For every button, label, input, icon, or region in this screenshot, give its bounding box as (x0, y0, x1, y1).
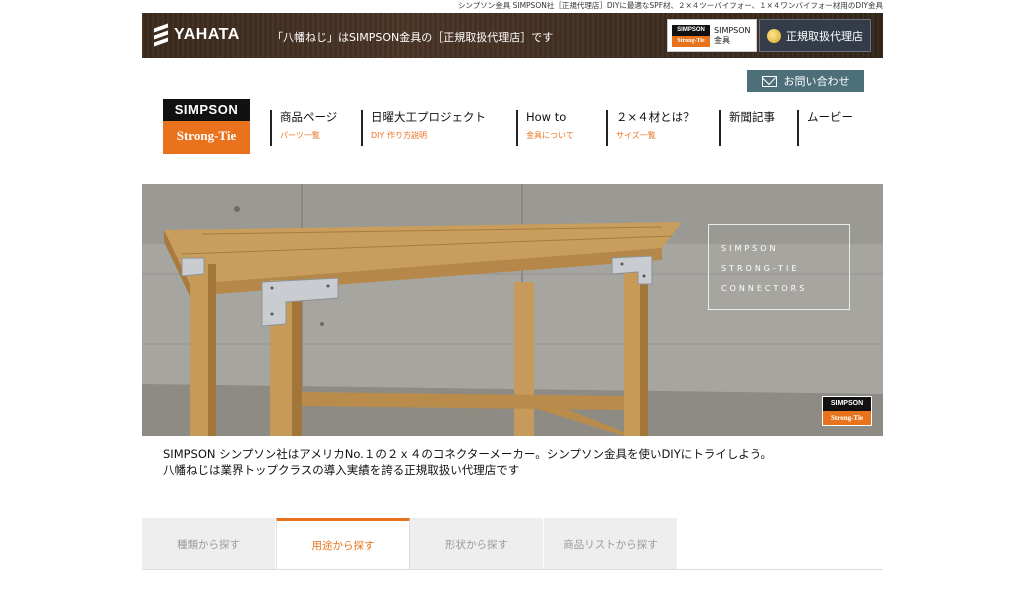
intro-line1: SIMPSON シンプソン社はアメリカNo.１の２ｘ４のコネクターメーカー。シン… (163, 447, 773, 461)
nav-sublabel: パーツ一覧 (280, 131, 320, 140)
tab-by-type[interactable]: 種類から探す (142, 518, 276, 570)
simpson-mini-logo: SIMPSON Strong-Tie (672, 24, 710, 47)
nav-item-movie[interactable]: ムービー (797, 110, 853, 146)
tab-by-product-list[interactable]: 商品リストから探す (544, 518, 678, 570)
simpson-strongtie-logo[interactable]: SIMPSON Strong-Tie (163, 99, 250, 154)
nav-label: 日曜大工プロジェクト (371, 110, 486, 124)
nav-sublabel: DIY 作り方説明 (371, 131, 427, 140)
hero-table-illustration (142, 184, 883, 436)
authorized-dealer-button[interactable]: 正規取扱代理店 (759, 19, 871, 52)
hero-simpson-logo: SIMPSON Strong-Tie (822, 396, 872, 426)
header-tagline: 「八幡ねじ」はSIMPSON金具の［正規取扱代理店］です (272, 31, 554, 44)
header-bar: YAHATA 「八幡ねじ」はSIMPSON金具の［正規取扱代理店］です SIMP… (142, 13, 883, 58)
hero-line3: CONNECTORS (721, 284, 808, 293)
tab-by-purpose[interactable]: 用途から探す (276, 518, 410, 570)
tab-by-shape[interactable]: 形状から探す (410, 518, 544, 570)
nav-sublabel: 金具について (526, 131, 574, 140)
intro-line2: 八幡ねじは業界トップクラスの導入実績を誇る正規取扱い代理店です (163, 463, 520, 477)
nav-label: ２×４材とは？ (616, 110, 695, 124)
tabs-divider (142, 569, 883, 570)
intro-text: SIMPSON シンプソン社はアメリカNo.１の２ｘ４のコネクターメーカー。シン… (163, 446, 863, 478)
site-logo-bottom: Strong-Tie (163, 121, 250, 154)
nav-item-howto[interactable]: How to 金具について (516, 110, 574, 146)
yahata-logo[interactable]: YAHATA (154, 23, 240, 47)
nav-item-products[interactable]: 商品ページ パーツ一覧 (270, 110, 337, 146)
hero-line2: STRONG-TIE (721, 264, 800, 273)
badge-line1: SIMPSON (714, 25, 751, 35)
nav-label: How to (526, 110, 567, 124)
nav-item-2x4[interactable]: ２×４材とは？ サイズ一覧 (606, 110, 695, 146)
simpson-badge[interactable]: SIMPSON Strong-Tie SIMPSON 金具 (667, 19, 757, 52)
nav-label: ムービー (807, 110, 853, 124)
badge-line2: 金具 (714, 35, 730, 45)
hero-logo-top: SIMPSON (823, 397, 871, 411)
mini-logo-top: SIMPSON (672, 24, 710, 36)
nav-label: 新聞記事 (729, 110, 775, 124)
mini-logo-bottom: Strong-Tie (672, 35, 710, 47)
contact-button[interactable]: お問い合わせ (747, 70, 864, 92)
search-tabs: 種類から探す 用途から探す 形状から探す 商品リストから探す (142, 518, 678, 570)
nav-sublabel: サイズ一覧 (616, 131, 656, 140)
hero-logo-bottom: Strong-Tie (823, 411, 871, 425)
hero-banner[interactable]: SIMPSON STRONG-TIE CONNECTORS SIMPSON St… (142, 184, 883, 436)
mail-icon (761, 75, 777, 87)
top-caption: シンプソン金具 SIMPSON社［正規代理店］DIYに最適なSPF材、２×４ツー… (457, 1, 883, 10)
hero-line1: SIMPSON (721, 244, 779, 253)
yahata-mark-icon (154, 23, 168, 47)
hero-caption-box: SIMPSON STRONG-TIE CONNECTORS (708, 224, 850, 310)
medal-icon (767, 28, 781, 43)
site-logo-top: SIMPSON (163, 99, 250, 121)
nav-label: 商品ページ (280, 110, 338, 124)
yahata-logo-text: YAHATA (174, 26, 240, 43)
contact-label: お問い合わせ (783, 75, 850, 88)
nav-item-diy-project[interactable]: 日曜大工プロジェクト DIY 作り方説明 (361, 110, 486, 146)
dealer-label: 正規取扱代理店 (786, 29, 863, 43)
nav-item-news[interactable]: 新聞記事 (719, 110, 775, 146)
